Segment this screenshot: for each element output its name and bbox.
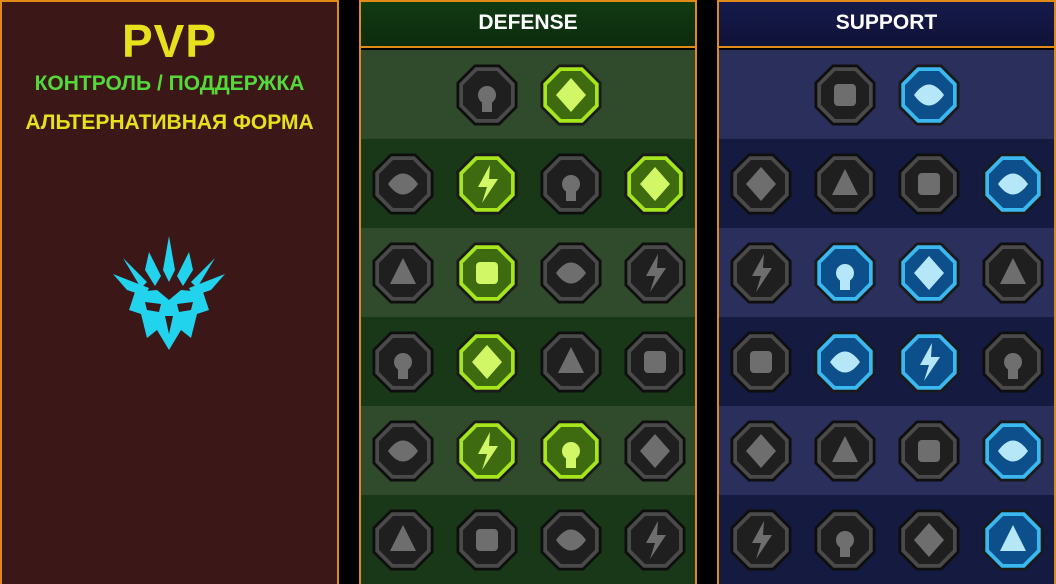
tailed-hero-icon[interactable] [370,240,436,306]
mode-title: PVP [121,15,218,67]
heart-plus-icon[interactable] [812,62,878,128]
support-tier-1 [719,50,1054,139]
armored-heart-icon[interactable] [454,151,520,217]
heart-skull-icon[interactable] [538,240,604,306]
defense-tier-1 [361,50,695,139]
open-book-icon[interactable] [896,329,962,395]
gripping-fist-icon[interactable] [896,507,962,573]
lightning-bolt-icon[interactable] [812,240,878,306]
knight-shield-icon[interactable] [454,240,520,306]
potion-flask-icon[interactable] [728,507,794,573]
defense-tier-3 [361,228,695,317]
energy-gauge-icon[interactable] [896,62,962,128]
support-tier-6 [719,495,1054,584]
haloed-head-icon[interactable] [622,240,688,306]
support-tier-3 [719,228,1054,317]
flexing-hero-icon[interactable] [622,507,688,573]
bound-figure-icon[interactable] [980,418,1046,484]
support-tier-2 [719,139,1054,228]
defense-tree-title: DEFENSE [361,2,695,48]
compass-star-icon[interactable] [728,418,794,484]
form-label: АЛЬТЕРНАТИВНАЯ ФОРМА [25,111,314,134]
build-info-panel: PVP КОНТРОЛЬ / ПОДДЕРЖКА АЛЬТЕРНАТИВНАЯ … [0,0,339,584]
claw-flames-icon[interactable] [454,418,520,484]
angry-eyes-icon[interactable] [980,329,1046,395]
winged-boot-icon[interactable] [812,418,878,484]
eagle-head-icon[interactable] [980,507,1046,573]
shattered-arm-icon[interactable] [980,151,1046,217]
sparkle-figure-icon[interactable] [728,240,794,306]
winged-skull-icon[interactable] [812,507,878,573]
chained-heart-icon[interactable] [728,329,794,395]
layered-shield-icon[interactable] [370,151,436,217]
rock-golem-icon[interactable] [538,151,604,217]
support-tree-title: SUPPORT [719,2,1054,48]
praying-hands-icon[interactable] [728,151,794,217]
crossed-blades-icon[interactable] [622,151,688,217]
radiant-skull-icon[interactable] [538,418,604,484]
dashing-runner-icon[interactable] [370,418,436,484]
support-tier-4 [719,317,1054,406]
winged-shield-icon[interactable] [454,507,520,573]
silhouettes-icon[interactable] [980,240,1046,306]
swirling-hand-icon[interactable] [622,418,688,484]
bull-head-icon[interactable] [622,329,688,395]
defense-tier-4 [361,317,695,406]
comet-icon[interactable] [812,329,878,395]
raised-fist-icon[interactable] [538,62,604,128]
arched-shield-icon[interactable] [812,151,878,217]
defense-tree-panel: DEFENSE [359,0,697,584]
hourglass-skull-icon[interactable] [454,329,520,395]
broken-wall-icon[interactable] [454,62,520,128]
all-seeing-eye-icon[interactable] [896,418,962,484]
role-label: КОНТРОЛЬ / ПОДДЕРЖКА [34,72,305,95]
support-tier-5 [719,406,1054,495]
zigzag-bolt-icon[interactable] [896,240,962,306]
defense-tier-6 [361,495,695,584]
defense-tier-2 [361,139,695,228]
defense-tier-5 [361,406,695,495]
support-tree-panel: SUPPORT [717,0,1056,584]
crowd-icon[interactable] [370,329,436,395]
crowned-warrior-icon[interactable] [370,507,436,573]
burst-skull-icon[interactable] [538,507,604,573]
mask-crest-icon [105,230,233,358]
smoking-skull-icon[interactable] [896,151,962,217]
open-hand-icon[interactable] [538,329,604,395]
